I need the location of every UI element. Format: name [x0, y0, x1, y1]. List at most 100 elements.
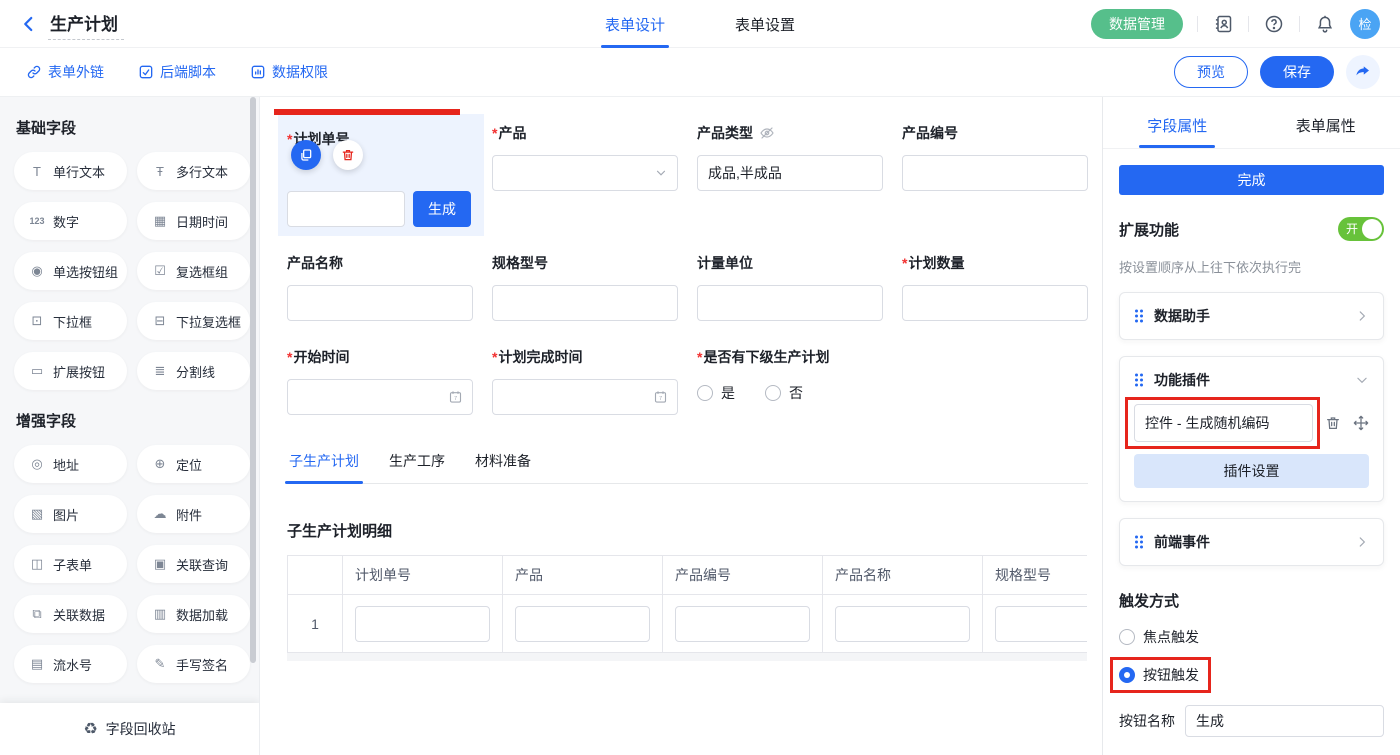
chevron-right-icon[interactable]	[1355, 535, 1369, 549]
data-manage-button[interactable]: 数据管理	[1091, 9, 1183, 39]
copy-field-button[interactable]	[291, 140, 321, 170]
tab-form-settings[interactable]: 表单设置	[735, 0, 795, 48]
field-recycle-bin[interactable]: ♻ 字段回收站	[0, 703, 259, 755]
card-data-assistant[interactable]: 数据助手	[1119, 292, 1384, 340]
plan-number-input[interactable]	[287, 191, 405, 227]
plugin-select[interactable]: 控件 - 生成随机编码	[1134, 404, 1313, 442]
field-item-multi-dropdown[interactable]: ⊟下拉复选框	[137, 302, 250, 340]
notification-bell-icon[interactable]	[1314, 13, 1336, 35]
start-time-input[interactable]	[287, 379, 473, 415]
header-left: 生产计划	[20, 8, 440, 40]
field-item-attachment[interactable]: ☁附件	[137, 495, 250, 533]
field-item-radio-group[interactable]: ◉单选按钮组	[14, 252, 127, 290]
delete-field-button[interactable]	[333, 140, 363, 170]
button-name-input[interactable]	[1185, 705, 1384, 737]
tab-form-design[interactable]: 表单设计	[605, 0, 665, 48]
cell-product-name-input[interactable]	[835, 606, 970, 642]
field-item-datetime[interactable]: ▦日期时间	[137, 202, 250, 240]
field-product[interactable]: *产品	[492, 123, 678, 227]
field-item-subform[interactable]: ◫子表单	[14, 545, 127, 583]
field-item-multi-line-text[interactable]: Ŧ多行文本	[137, 152, 250, 190]
plan-finish-time-input[interactable]	[492, 379, 678, 415]
save-button[interactable]: 保存	[1260, 56, 1334, 88]
tab-material-preparation[interactable]: 材料准备	[473, 445, 533, 483]
cell-product-input[interactable]	[515, 606, 650, 642]
delete-plugin-icon[interactable]	[1325, 415, 1341, 431]
page-title[interactable]: 生产计划	[48, 8, 124, 40]
field-item-checkbox-group[interactable]: ☑复选框组	[137, 252, 250, 290]
spec-model-input[interactable]	[492, 285, 678, 321]
column-header: 计划单号	[343, 556, 503, 594]
tab-production-process[interactable]: 生产工序	[387, 445, 447, 483]
preview-button[interactable]: 预览	[1174, 56, 1248, 88]
field-item-related-data[interactable]: ⧉关联数据	[14, 595, 127, 633]
done-button[interactable]: 完成	[1119, 165, 1384, 195]
tab-form-properties[interactable]: 表单属性	[1252, 107, 1400, 148]
external-link-button[interactable]: 表单外链	[26, 62, 104, 82]
radio-option-no[interactable]: 否	[765, 383, 803, 403]
tab-sub-production-plan[interactable]: 子生产计划	[287, 445, 361, 483]
field-item-signature[interactable]: ✎手写签名	[137, 645, 250, 683]
field-start-time[interactable]: *开始时间 7	[287, 347, 473, 415]
field-plan-quantity[interactable]: *计划数量	[902, 253, 1088, 321]
field-spec-model[interactable]: 规格型号	[492, 253, 678, 321]
product-name-input[interactable]	[287, 285, 473, 321]
extension-toggle[interactable]: 开	[1338, 217, 1384, 241]
link-icon	[26, 64, 42, 80]
attachment-icon: ☁	[151, 506, 169, 522]
cell-spec-model-input[interactable]	[995, 606, 1087, 642]
data-permission-button[interactable]: 数据权限	[250, 62, 328, 82]
field-item-image[interactable]: ▧图片	[14, 495, 127, 533]
enhanced-fields-grid: ◎地址 ⊕定位 ▧图片 ☁附件 ◫子表单 ▣关联查询 ⧉关联数据 ▥数据加载 ▤…	[14, 445, 259, 683]
field-item-serial-number[interactable]: ▤流水号	[14, 645, 127, 683]
field-item-locate[interactable]: ⊕定位	[137, 445, 250, 483]
drag-handle-icon[interactable]	[1134, 373, 1144, 387]
field-item-related-query[interactable]: ▣关联查询	[137, 545, 250, 583]
field-product-type[interactable]: 产品类型	[697, 123, 883, 227]
product-select[interactable]	[492, 155, 678, 191]
field-plan-finish-time[interactable]: *计划完成时间 7	[492, 347, 678, 415]
field-item-dropdown[interactable]: ⊡下拉框	[14, 302, 127, 340]
field-item-divider[interactable]: ≣分割线	[137, 352, 250, 390]
panel-tabs: 字段属性 表单属性	[1103, 107, 1400, 149]
sidebar-scrollbar[interactable]	[250, 97, 256, 663]
field-product-code[interactable]: 产品编号	[902, 123, 1088, 227]
drag-handle-icon[interactable]	[1134, 535, 1144, 549]
cell-product-code-input[interactable]	[675, 606, 810, 642]
move-plugin-icon[interactable]	[1353, 415, 1369, 431]
backend-script-button[interactable]: 后端脚本	[138, 62, 216, 82]
product-code-input[interactable]	[902, 155, 1088, 191]
chevron-right-icon[interactable]	[1355, 309, 1369, 323]
contacts-icon[interactable]	[1212, 13, 1234, 35]
field-product-name[interactable]: 产品名称	[287, 253, 473, 321]
generate-button[interactable]: 生成	[413, 191, 471, 227]
field-unit[interactable]: 计量单位	[697, 253, 883, 321]
field-item-number[interactable]: 123数字	[14, 202, 127, 240]
field-has-sub-plan[interactable]: *是否有下级生产计划 是 否	[697, 347, 1088, 415]
share-button[interactable]	[1346, 55, 1380, 89]
tab-field-properties[interactable]: 字段属性	[1103, 107, 1252, 148]
field-item-extend-button[interactable]: ▭扩展按钮	[14, 352, 127, 390]
avatar[interactable]: 检	[1350, 9, 1380, 39]
field-plan-number[interactable]: *计划单号 生成	[287, 123, 473, 227]
app-header: 生产计划 表单设计 表单设置 数据管理 检	[0, 0, 1400, 48]
help-icon[interactable]	[1263, 13, 1285, 35]
table-horizontal-scrollbar[interactable]	[287, 653, 1087, 661]
field-item-data-load[interactable]: ▥数据加载	[137, 595, 250, 633]
card-frontend-event[interactable]: 前端事件	[1119, 518, 1384, 566]
product-type-input[interactable]	[697, 155, 883, 191]
plan-quantity-input[interactable]	[902, 285, 1088, 321]
radio-focus-trigger[interactable]: 焦点触发	[1119, 627, 1384, 647]
cell-plan-number-input[interactable]	[355, 606, 490, 642]
radio-button-trigger[interactable]: 按钮触发	[1119, 665, 1199, 685]
field-item-address[interactable]: ◎地址	[14, 445, 127, 483]
chevron-down-icon[interactable]	[1355, 373, 1369, 387]
radio-option-yes[interactable]: 是	[697, 383, 735, 403]
unit-input[interactable]	[697, 285, 883, 321]
field-item-single-line-text[interactable]: T单行文本	[14, 152, 127, 190]
trigger-mode-group: 焦点触发 按钮触发	[1119, 627, 1384, 685]
drag-handle-icon[interactable]	[1134, 309, 1144, 323]
plugin-settings-button[interactable]: 插件设置	[1134, 454, 1369, 488]
extend-button-icon: ▭	[28, 363, 46, 379]
back-icon[interactable]	[20, 15, 38, 33]
